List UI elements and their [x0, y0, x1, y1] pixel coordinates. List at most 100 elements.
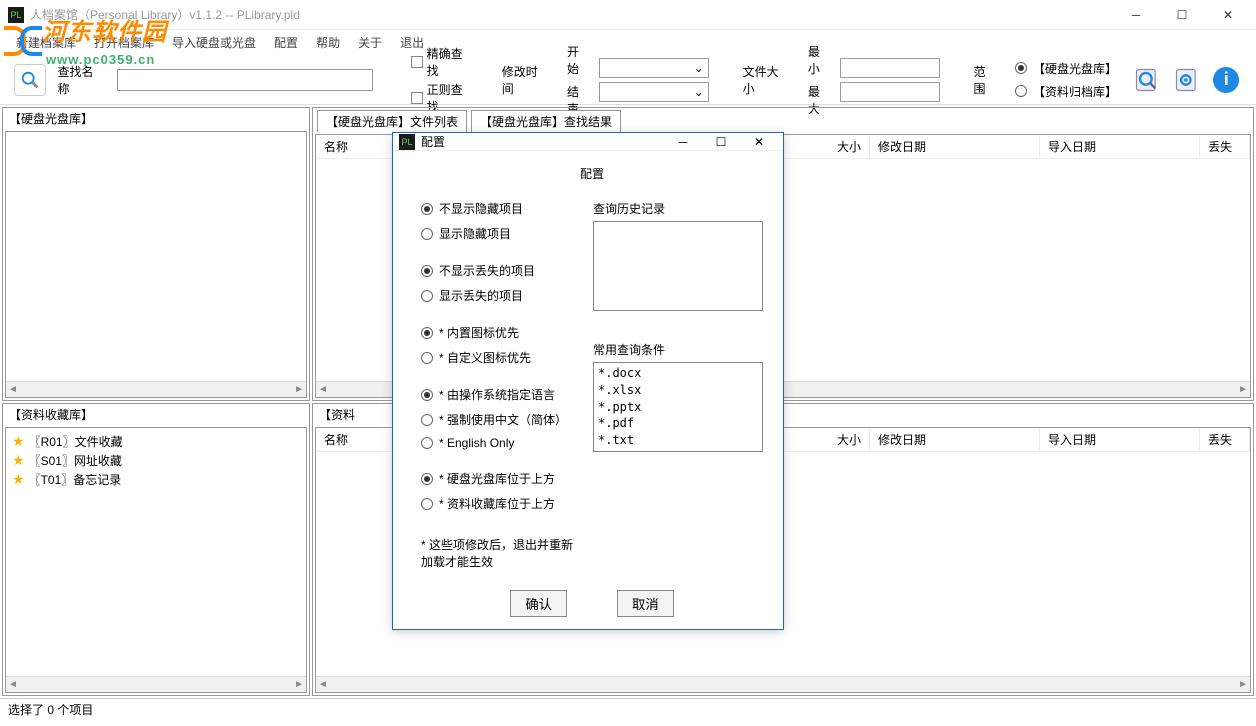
menu-open[interactable]: 打开档案库 [86, 32, 162, 53]
scroll-left-icon[interactable]: ◄ [318, 679, 328, 690]
col-mdate[interactable]: 修改日期 [870, 428, 1040, 451]
fav-label: 〖S01〗网址收藏 [29, 452, 122, 469]
favorites-body: ★〖R01〗文件收藏 ★〖S01〗网址收藏 ★〖T01〗备忘记录 ◄► [5, 427, 307, 694]
col-mdate[interactable]: 修改日期 [870, 135, 1040, 158]
dialog-close[interactable]: ✕ [741, 135, 777, 149]
opt-label: * 内置图标优先 [439, 324, 519, 341]
info-icon: i [1213, 67, 1239, 93]
menu-config[interactable]: 配置 [266, 32, 306, 53]
chevron-down-icon: ⌄ [694, 61, 704, 75]
col-idate[interactable]: 导入日期 [1040, 428, 1200, 451]
scroll-right-icon[interactable]: ► [294, 679, 304, 690]
list-item[interactable]: ★〖R01〗文件收藏 [10, 432, 302, 451]
opt-label: 显示丢失的项目 [439, 287, 523, 304]
dialog-minimize[interactable]: ─ [665, 135, 701, 149]
scroll-left-icon[interactable]: ◄ [8, 679, 18, 690]
menu-new[interactable]: 新建档案库 [8, 32, 84, 53]
opt-label: * 强制使用中文（简体） [439, 411, 567, 428]
min-label: 最小 [808, 43, 832, 77]
filesize-label: 文件大小 [743, 63, 790, 97]
scroll-right-icon[interactable]: ► [1238, 679, 1248, 690]
tool-search-icon[interactable] [1132, 64, 1163, 96]
english-radio[interactable] [421, 437, 433, 449]
exact-checkbox[interactable] [411, 56, 423, 68]
search-input[interactable] [117, 69, 373, 91]
history-listbox[interactable] [593, 221, 763, 311]
status-text: 选择了 0 个项目 [8, 701, 93, 718]
disk-tree[interactable]: ◄► [5, 131, 307, 398]
history-label: 查询历史记录 [593, 200, 763, 217]
col-size[interactable]: 大小 [770, 135, 870, 158]
scrollbar[interactable]: ◄► [6, 676, 306, 692]
opt-label: 不显示隐藏项目 [439, 200, 523, 217]
show-hidden-radio[interactable] [421, 228, 433, 240]
menu-about[interactable]: 关于 [350, 32, 390, 53]
list-item[interactable]: ★〖T01〗备忘记录 [10, 470, 302, 489]
min-size-input[interactable] [840, 58, 940, 78]
regex-checkbox[interactable] [411, 92, 423, 104]
tool-gear-icon[interactable] [1171, 64, 1202, 96]
window-titlebar: PL 人档案馆（Personal Library）v1.1.2 -- PLibr… [0, 0, 1256, 30]
show-lost-radio[interactable] [421, 290, 433, 302]
range-disk-radio[interactable] [1015, 62, 1027, 74]
col-lost[interactable]: 丢失 [1200, 428, 1250, 451]
toolbar: 查找名称 精确查找 正则查找 修改时间 开始 结束 ⌄ ⌄ 文件大小 最小 最大… [0, 55, 1256, 105]
close-button[interactable]: ✕ [1214, 8, 1242, 22]
scrollbar[interactable]: ◄► [316, 676, 1250, 692]
chevron-down-icon: ⌄ [694, 85, 704, 99]
start-date-combo[interactable]: ⌄ [599, 58, 709, 78]
conditions-label: 常用查询条件 [593, 341, 763, 358]
opt-label: * 硬盘光盘库位于上方 [439, 470, 555, 487]
window-title: 人档案馆（Personal Library）v1.1.2 -- PLibrary… [30, 6, 1122, 23]
col-lost[interactable]: 丢失 [1200, 135, 1250, 158]
dialog-icon: PL [399, 134, 415, 150]
menu-import[interactable]: 导入硬盘或光盘 [164, 32, 264, 53]
custom-icon-radio[interactable] [421, 352, 433, 364]
end-date-combo[interactable]: ⌄ [599, 82, 709, 102]
opt-label: * 资料收藏库位于上方 [439, 495, 555, 512]
config-dialog: PL 配置 ─ ☐ ✕ 配置 不显示隐藏项目 显示隐藏项目 不显示丢失的项目 显… [392, 132, 784, 630]
col-idate[interactable]: 导入日期 [1040, 135, 1200, 158]
ok-button[interactable]: 确认 [510, 590, 567, 617]
opt-label: * 由操作系统指定语言 [439, 386, 555, 403]
opt-label: * English Only [439, 436, 514, 450]
range-archive-radio[interactable] [1015, 85, 1027, 97]
tool-info-icon[interactable]: i [1210, 64, 1241, 96]
disk-top-radio[interactable] [421, 473, 433, 485]
tab-search-result[interactable]: 【硬盘光盘库】查找结果 [471, 110, 621, 132]
exact-label: 精确查找 [427, 45, 474, 79]
list-item[interactable]: ★〖S01〗网址收藏 [10, 451, 302, 470]
cancel-button[interactable]: 取消 [617, 590, 674, 617]
star-icon: ★ [12, 452, 25, 469]
hide-lost-radio[interactable] [421, 265, 433, 277]
maximize-button[interactable]: ☐ [1168, 8, 1196, 22]
hide-hidden-radio[interactable] [421, 203, 433, 215]
col-size[interactable]: 大小 [770, 428, 870, 451]
tab-file-list[interactable]: 【硬盘光盘库】文件列表 [317, 110, 467, 132]
dialog-maximize[interactable]: ☐ [703, 135, 739, 149]
fav-label: 〖T01〗备忘记录 [29, 471, 122, 488]
max-size-input[interactable] [840, 82, 940, 102]
menu-help[interactable]: 帮助 [308, 32, 348, 53]
material-top-radio[interactable] [421, 498, 433, 510]
search-label: 查找名称 [58, 63, 105, 97]
fav-label: 〖R01〗文件收藏 [29, 433, 123, 450]
builtin-icon-radio[interactable] [421, 327, 433, 339]
menubar: 新建档案库 打开档案库 导入硬盘或光盘 配置 帮助 关于 退出 [0, 30, 1256, 55]
dialog-heading: 配置 [421, 165, 763, 182]
star-icon: ★ [12, 433, 25, 450]
chinese-radio[interactable] [421, 414, 433, 426]
minimize-button[interactable]: ─ [1122, 8, 1150, 22]
conditions-listbox[interactable]: *.docx *.xlsx *.pptx *.pdf *.txt [593, 362, 763, 452]
scroll-right-icon[interactable]: ► [1238, 384, 1248, 395]
search-icon[interactable] [14, 64, 46, 96]
scroll-left-icon[interactable]: ◄ [8, 384, 18, 395]
dialog-titlebar[interactable]: PL 配置 ─ ☐ ✕ [393, 133, 783, 151]
scrollbar[interactable]: ◄► [6, 381, 306, 397]
range-disk-label: 【硬盘光盘库】 [1033, 60, 1116, 77]
start-label: 开始 [567, 43, 591, 77]
range-label: 范围 [974, 63, 998, 97]
scroll-left-icon[interactable]: ◄ [318, 384, 328, 395]
os-lang-radio[interactable] [421, 389, 433, 401]
scroll-right-icon[interactable]: ► [294, 384, 304, 395]
